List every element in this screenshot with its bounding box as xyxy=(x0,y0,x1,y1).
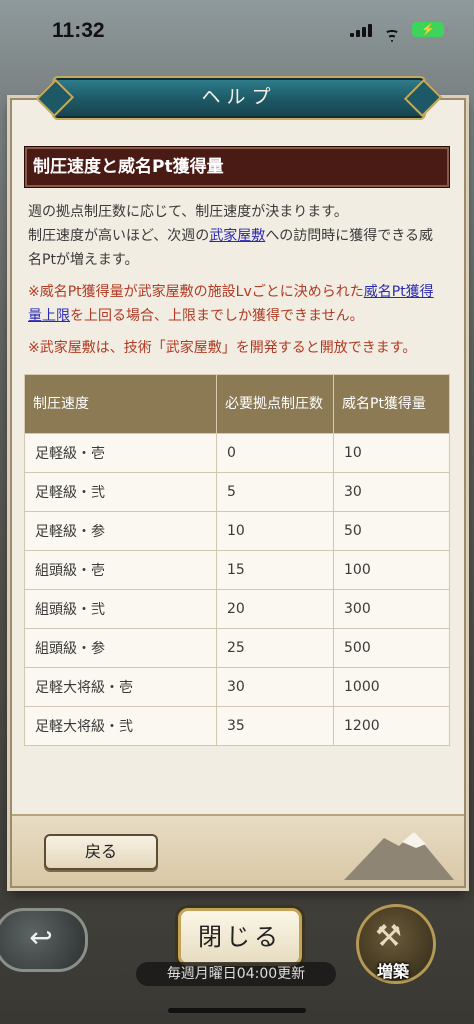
home-indicator xyxy=(168,1008,306,1013)
signal-icon xyxy=(350,23,372,37)
status-bar: 11:32 ⚡ xyxy=(0,0,474,62)
mountain-decoration xyxy=(344,832,454,880)
weekly-update-text: 毎週月曜日04:00更新 xyxy=(136,962,336,986)
close-button[interactable]: 閉じる xyxy=(178,908,302,966)
undo-icon[interactable]: ↩ xyxy=(0,908,88,972)
table-header: 威名Pt獲得量 xyxy=(333,374,450,434)
table-row: 足軽級・参 10 50 xyxy=(24,511,450,551)
hammer-icon: ⚒ xyxy=(375,919,402,954)
note-unlock: ※武家屋敷は、技術「武家屋敷」を開発すると開放できます。 xyxy=(28,340,417,356)
description-text: 週の拠点制圧数に応じて、制圧速度が決まります。 制圧速度が高いほど、次週の武家屋… xyxy=(28,204,434,268)
dialog-title: ヘルプ xyxy=(52,76,426,120)
dialog-footer: 戻る xyxy=(12,814,464,886)
help-content-scroll[interactable]: 制圧速度と威名Pt獲得量 週の拠点制圧数に応じて、制圧速度が決まります。 制圧速… xyxy=(22,140,452,840)
table-header: 必要拠点制圧数 xyxy=(216,374,334,434)
table-header: 制圧速度 xyxy=(24,374,217,434)
table-row: 足軽級・弐 5 30 xyxy=(24,472,450,512)
table-row: 足軽大将級・壱 30 1000 xyxy=(24,667,450,707)
speed-table: 制圧速度 必要拠点制圧数 威名Pt獲得量 足軽級・壱 0 10 足軽級・弐 5 30 足… xyxy=(24,374,450,746)
table-row: 組頭級・参 25 500 xyxy=(24,628,450,668)
table-row: 組頭級・弐 20 300 xyxy=(24,589,450,629)
battery-icon: ⚡ xyxy=(412,22,448,37)
status-time: 11:32 xyxy=(52,19,105,42)
wifi-icon xyxy=(382,23,402,37)
back-button[interactable]: 戻る xyxy=(44,834,158,870)
help-dialog: 制圧速度と威名Pt獲得量 週の拠点制圧数に応じて、制圧速度が決まります。 制圧速… xyxy=(10,98,466,888)
table-row: 足軽大将級・弐 35 1200 xyxy=(24,706,450,746)
build-label: 増築 xyxy=(376,962,409,981)
section-title: 制圧速度と威名Pt獲得量 xyxy=(24,146,450,188)
table-row: 足軽級・壱 0 10 xyxy=(24,433,450,473)
buke-yashiki-link[interactable]: 武家屋敷 xyxy=(209,228,265,244)
note-limit: ※威名Pt獲得量が武家屋敷の施設Lvごとに決められた威名Pt獲得量上限を上回る場… xyxy=(28,284,434,324)
table-row: 組頭級・壱 15 100 xyxy=(24,550,450,590)
